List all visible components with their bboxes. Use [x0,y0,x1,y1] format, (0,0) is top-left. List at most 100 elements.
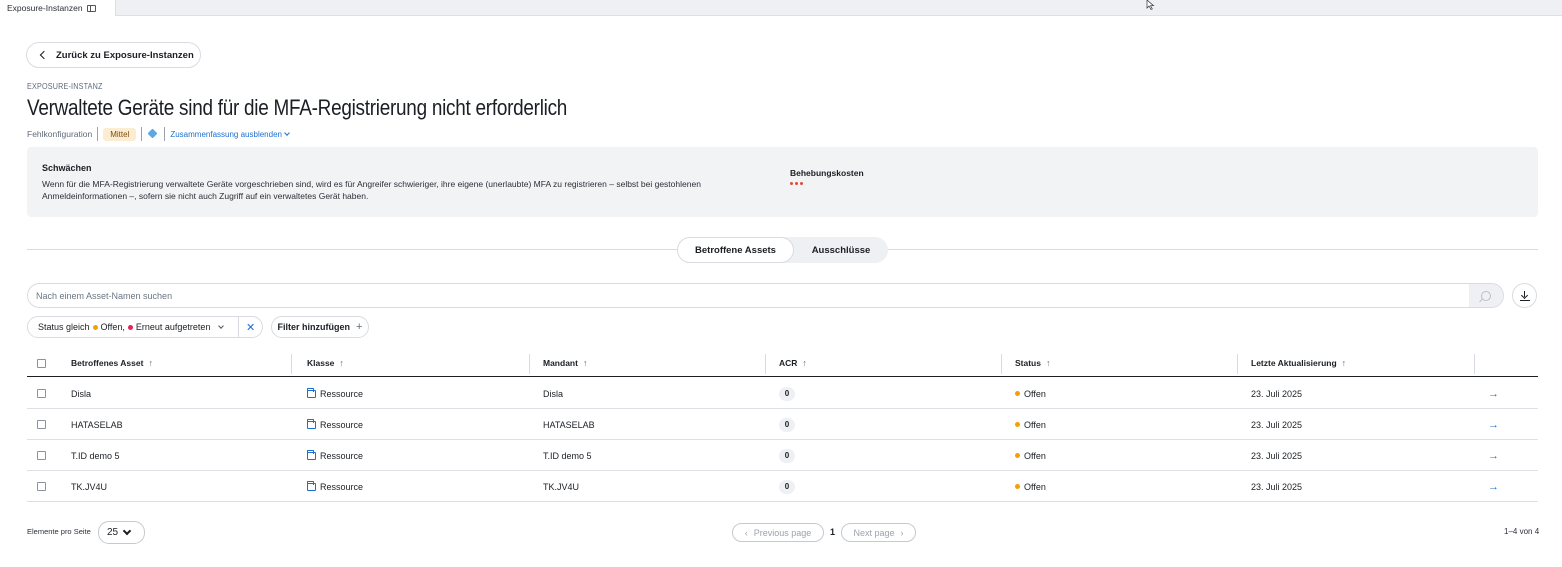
status-cell: Offen [1015,440,1046,471]
tenant-cell: T.ID demo 5 [543,450,592,461]
table-row[interactable]: TK.JV4U Ressource TK.JV4U 0 Offen 23. Ju… [27,471,1538,502]
tenant-cell: TK.JV4U [543,481,580,492]
search-button[interactable] [1469,284,1503,307]
resource-icon [307,387,316,398]
back-button[interactable]: Zurück zu Exposure-Instanzen [26,42,201,68]
status-filter-text[interactable]: Status gleich Offen, Erneut aufgetreten [28,322,238,332]
next-page-button[interactable]: Next page › [841,523,916,542]
result-count: 1–4 von 4 [1504,527,1540,536]
clear-filter-close-icon[interactable]: ✕ [238,317,262,337]
per-page-select[interactable]: 25 [98,521,145,544]
arrow-right-icon[interactable]: → [1488,388,1499,400]
asset-name[interactable]: HATASELAB [71,409,123,440]
acr-badge: 0 [779,448,795,463]
add-filter-button[interactable]: Filter hinzufügen + [271,316,369,338]
sort-arrow-icon[interactable]: ↑ [339,358,344,368]
summary-text: Wenn für die MFA-Registrierung verwaltet… [42,179,701,201]
current-page-number[interactable]: 1 [830,527,835,537]
tab-affected-assets[interactable]: Betroffene Assets [677,237,794,263]
sort-arrow-icon[interactable]: ↑ [148,358,153,368]
table-row[interactable]: Disla Ressource Disla 0 Offen 23. Juli 2… [27,378,1538,409]
row-checkbox[interactable] [37,451,46,460]
cost-dot [795,182,798,185]
column-label: Letzte Aktualisierung [1251,358,1337,368]
class-cell: Ressource [307,378,363,409]
status-cell: Offen [1015,471,1046,502]
class-label: Ressource [320,450,364,461]
updated-cell: 23. Juli 2025 [1251,481,1303,492]
summary-panel: Schwächen Wenn für die MFA-Registrierung… [27,147,1538,217]
download-button[interactable] [1512,283,1537,308]
next-page-label: Next page [853,527,895,538]
select-all-checkbox-cell[interactable] [37,351,46,375]
download-icon [1519,290,1530,301]
sort-arrow-icon[interactable]: ↑ [583,358,588,368]
row-checkbox[interactable] [37,389,46,398]
page-title: Verwaltete Geräte sind für die MFA-Regis… [27,95,568,120]
row-checkbox[interactable] [37,420,46,429]
column-header-acr[interactable]: ACR ↑ [779,351,807,375]
popout-icon[interactable] [86,4,96,12]
chevron-right-icon: › [900,527,904,538]
sort-arrow-icon[interactable]: ↑ [1342,358,1347,368]
chevron-down-icon [284,130,290,136]
sort-arrow-icon[interactable]: ↑ [802,358,807,368]
column-label: ACR [779,358,798,368]
column-header-last-updated[interactable]: Letzte Aktualisierung ↑ [1251,351,1346,375]
severity-badge: Mittel [103,127,137,141]
column-divider [529,354,530,374]
add-filter-label: Filter hinzufügen [277,322,351,332]
search-icon [1481,290,1491,301]
column-header-asset[interactable]: Betroffenes Asset ↑ [71,351,153,375]
per-page-value: 25 [107,527,119,538]
status-open-dot [92,324,98,330]
acr-cell: 0 [779,378,795,409]
column-label: Betroffenes Asset [71,358,144,368]
arrow-right-icon[interactable]: → [1488,481,1499,493]
column-label: Status [1015,358,1041,368]
column-divider [1474,354,1475,374]
table-row[interactable]: HATASELAB Ressource HATASELAB 0 Offen 23… [27,409,1538,440]
segmented-tabs: Betroffene Assets Ausschlüsse [677,237,888,263]
back-button-label: Zurück zu Exposure-Instanzen [56,49,194,61]
filter-value-reopened: Erneut aufgetreten [135,322,211,332]
acr-badge: 0 [779,386,795,401]
class-label: Ressource [320,388,364,399]
summary-toggle-link[interactable]: Zusammenfassung ausblenden [170,130,290,139]
asset-name[interactable]: T.ID demo 5 [71,440,120,471]
row-checkbox[interactable] [37,482,46,491]
acr-cell: 0 [779,409,795,440]
per-page-label: Elemente pro Seite [27,527,91,536]
tab-title: Exposure-Instanzen [7,3,83,13]
filter-value-open: Offen, [100,322,125,332]
column-divider [1237,354,1238,374]
status-label: Offen [1024,450,1046,461]
tab-exposure-instances[interactable]: Exposure-Instanzen [0,0,116,16]
arrow-right-icon[interactable]: → [1488,450,1499,462]
class-cell: Ressource [307,409,363,440]
sort-arrow-icon[interactable]: ↑ [1046,358,1051,368]
status-reopened-dot [127,324,133,330]
arrow-right-icon[interactable]: → [1488,419,1499,431]
cloud-layer-icon [147,128,159,140]
category-label: Fehlkonfiguration [27,129,93,139]
column-header-status[interactable]: Status ↑ [1015,351,1050,375]
divider [97,127,99,141]
asset-name[interactable]: TK.JV4U [71,471,107,502]
previous-page-button[interactable]: ‹ Previous page [732,523,824,542]
column-header-tenant[interactable]: Mandant ↑ [543,351,587,375]
status-dot [1015,422,1020,427]
acr-cell: 0 [779,440,795,471]
status-filter-chip[interactable]: Status gleich Offen, Erneut aufgetreten … [27,316,263,338]
table-row[interactable]: T.ID demo 5 Ressource T.ID demo 5 0 Offe… [27,440,1538,471]
status-dot [1015,391,1020,396]
class-cell: Ressource [307,471,363,502]
asset-name[interactable]: Disla [71,378,91,409]
status-label: Offen [1024,419,1046,430]
resource-icon [307,418,316,429]
search-input[interactable]: Nach einem Asset-Namen suchen [27,283,1504,308]
tab-exclusions[interactable]: Ausschlüsse [794,237,888,263]
divider [164,127,166,141]
column-header-class[interactable]: Klasse ↑ [307,351,344,375]
select-all-checkbox[interactable] [37,358,46,368]
